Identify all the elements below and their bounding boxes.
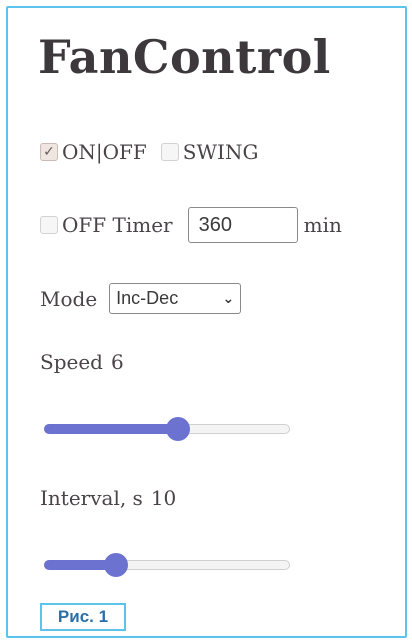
off-timer-label: OFF Timer (62, 213, 173, 237)
figure-caption: Рис. 1 (40, 603, 126, 631)
mode-select[interactable]: Inc-Dec ⌄ (109, 283, 242, 314)
figure-frame (6, 6, 407, 638)
off-timer-checkbox[interactable] (40, 216, 58, 234)
speed-slider-fill (44, 424, 179, 434)
power-swing-row: ✓ ON|OFF SWING (40, 140, 258, 164)
speed-slider-thumb[interactable] (166, 417, 191, 441)
onoff-checkbox[interactable]: ✓ (40, 143, 58, 161)
onoff-label: ON|OFF (62, 140, 147, 164)
interval-slider-thumb[interactable] (103, 553, 128, 577)
speed-slider[interactable] (44, 414, 290, 444)
mode-label: Mode (40, 286, 98, 311)
interval-label-line: Interval, s 10 (40, 486, 176, 510)
speed-value: 6 (110, 350, 124, 374)
chevron-down-icon: ⌄ (222, 290, 235, 306)
interval-label: Interval, s (40, 486, 143, 510)
swing-checkbox[interactable] (160, 143, 179, 161)
page-title: FanControl (38, 30, 331, 84)
speed-label-line: Speed 6 (40, 350, 124, 374)
off-timer-row: OFF Timer 360 min (40, 207, 342, 243)
interval-value: 10 (150, 486, 177, 510)
interval-slider[interactable] (44, 550, 290, 580)
off-timer-input[interactable]: 360 (187, 207, 298, 243)
speed-label: Speed (40, 350, 103, 374)
swing-label: SWING (182, 140, 259, 164)
mode-row: Mode Inc-Dec ⌄ (40, 283, 242, 314)
off-timer-unit: min (303, 213, 342, 237)
mode-selected-value: Inc-Dec (116, 288, 179, 308)
check-icon: ✓ (43, 144, 55, 160)
